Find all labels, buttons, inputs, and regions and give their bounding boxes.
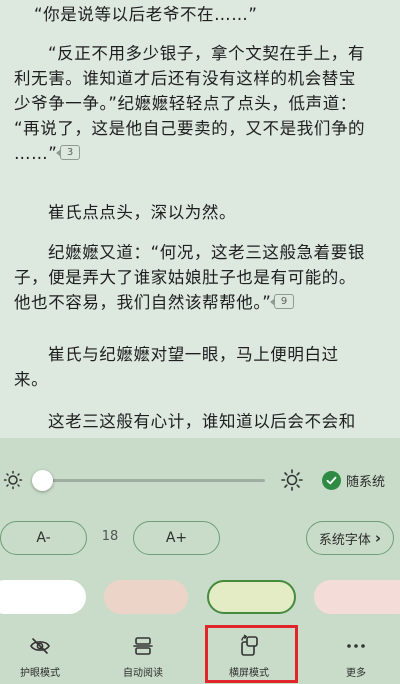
- comment-count-badge[interactable]: 9: [270, 294, 295, 309]
- bg-swatch-light-green[interactable]: [207, 580, 296, 614]
- font-face-label: 系统字体: [318, 532, 371, 548]
- follow-system-toggle[interactable]: 随系统: [322, 469, 385, 491]
- decrease-font-button[interactable]: A-: [0, 521, 87, 555]
- text-line: ……”: [14, 144, 58, 163]
- paragraph: “你是说等以后老爷不在……”: [0, 2, 400, 27]
- font-face-button[interactable]: 系统字体 ›: [306, 521, 394, 555]
- paragraph: 崔氏点点头，深以为然。: [0, 200, 400, 225]
- paragraph: 崔氏与纪嬷嬷对望一眼，马上便明白过 来。: [0, 342, 400, 392]
- landscape-mode-highlight: [205, 625, 298, 683]
- brightness-row: 随系统: [0, 466, 400, 496]
- font-size-value: 18: [101, 529, 119, 544]
- sun-large-icon: [281, 469, 303, 491]
- text-line: 来。: [14, 370, 49, 389]
- font-size-row: A- 18 A+ 系统字体 ›: [0, 521, 400, 555]
- text-line: “你是说等以后老爷不在……”: [34, 5, 258, 24]
- tab-label: 护眼模式: [20, 668, 60, 679]
- bg-swatch-white[interactable]: [0, 580, 86, 614]
- tab-eye-protection[interactable]: 护眼模式: [0, 623, 80, 684]
- more-dots-icon: [347, 644, 365, 648]
- brightness-slider-knob[interactable]: [32, 470, 53, 491]
- tab-label: 自动阅读: [123, 668, 163, 679]
- tab-label: 更多: [346, 668, 366, 679]
- reading-content[interactable]: “你是说等以后老爷不在……” “反正不用多少银子，拿个文契在手上，有 利无害。谁…: [0, 0, 400, 438]
- sun-small-icon: [3, 470, 23, 490]
- auto-read-icon: [133, 637, 153, 655]
- bg-swatch-beige-pink[interactable]: [104, 580, 188, 614]
- paragraph: 纪嬷嬷又道：“何况，这老三这般急着要银 子，便是弄大了谁家姑娘肚子也是有可能的。…: [0, 240, 400, 315]
- text-line: 利无害。谁知道才后还有没有这样的机会替宝: [14, 69, 356, 88]
- text-line: 子，便是弄大了谁家姑娘肚子也是有可能的。: [14, 268, 356, 287]
- text-line: 他也不容易，我们自然该帮帮他。”: [14, 293, 272, 312]
- background-color-row: [0, 580, 400, 614]
- brightness-slider[interactable]: [32, 470, 265, 491]
- paragraph: “反正不用多少银子，拿个文契在手上，有 利无害。谁知道才后还有没有这样的机会替宝…: [0, 41, 400, 166]
- bottom-tab-bar: 护眼模式 自动阅读 横屏模式 更多: [0, 623, 400, 684]
- text-line: 纪嬷嬷又道：“何况，这老三这般急着要银: [48, 243, 365, 262]
- text-line: 崔氏点点头，深以为然。: [48, 203, 237, 222]
- tab-more[interactable]: 更多: [316, 623, 396, 684]
- bg-swatch-rose[interactable]: [314, 580, 400, 614]
- tab-auto-read[interactable]: 自动阅读: [103, 623, 183, 684]
- check-circle-icon: [322, 470, 341, 490]
- comment-count-badge[interactable]: 3: [56, 145, 81, 160]
- follow-system-label: 随系统: [346, 474, 386, 490]
- text-line: “反正不用多少银子，拿个文契在手上，有: [48, 44, 365, 63]
- paragraph: 这老三这般有心计，谁知道以后会不会和: [0, 409, 400, 434]
- text-line: “再说了，这是他自己要卖的，又不是我们争的: [14, 119, 366, 138]
- text-line: 少爷争一争。”纪嬷嬷轻轻点了点头，低声道：: [14, 94, 357, 113]
- text-line: 崔氏与纪嬷嬷对望一眼，马上便明白过: [48, 345, 339, 364]
- text-line: 这老三这般有心计，谁知道以后会不会和: [48, 412, 356, 431]
- chevron-right-icon: ›: [374, 529, 382, 547]
- increase-font-button[interactable]: A+: [133, 521, 220, 555]
- reading-settings-panel: 随系统 A- 18 A+ 系统字体 › 护眼模式 自动阅读 横屏模式 更多: [0, 438, 400, 684]
- eye-off-icon: [30, 638, 50, 654]
